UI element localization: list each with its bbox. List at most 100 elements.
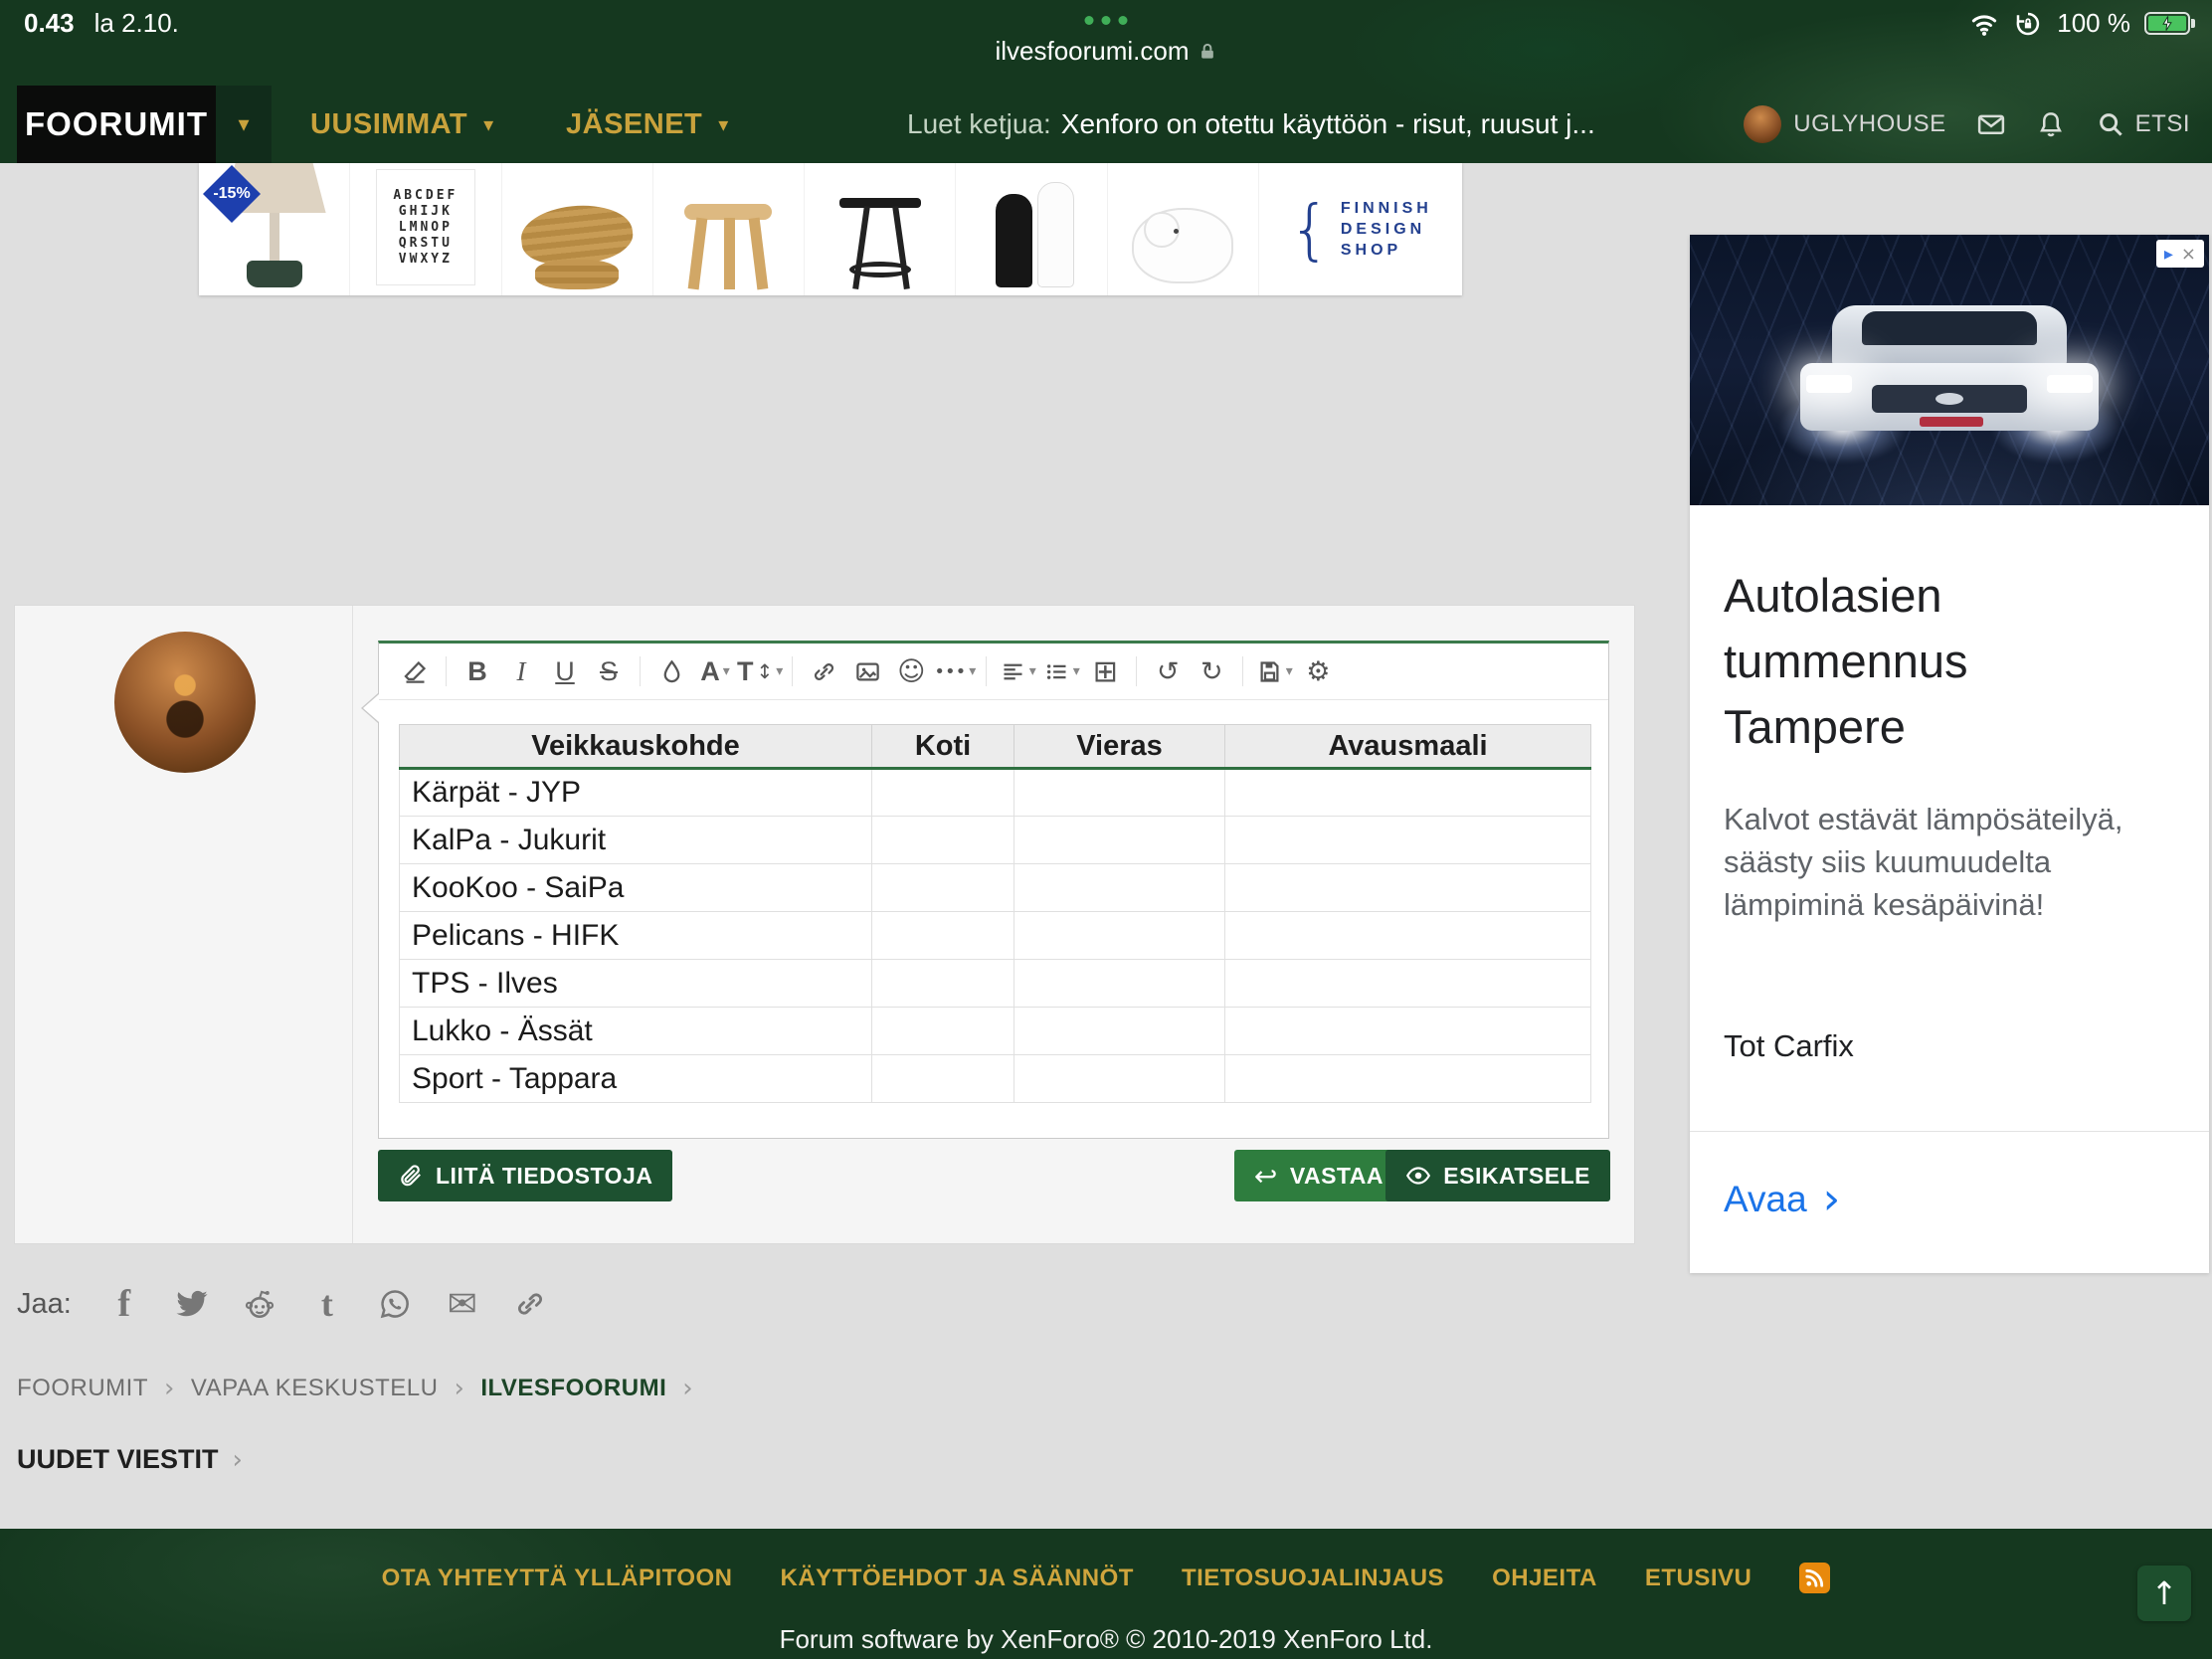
banner-ad[interactable]: -15% ABCDEF GHIJK LMNOP QRSTU VWXYZ { — [199, 163, 1462, 295]
divider — [1690, 1131, 2209, 1132]
logo-dropdown-button[interactable]: ▾ — [216, 86, 272, 163]
more-options-button[interactable]: •••▾ — [933, 650, 977, 692]
new-posts-link[interactable]: UUDET VIESTIT › — [17, 1444, 243, 1475]
remove-format-button[interactable] — [393, 650, 437, 692]
share-whatsapp-icon[interactable] — [376, 1285, 414, 1323]
match-cell[interactable]: KalPa - Jukurit — [400, 817, 872, 864]
breadcrumb-ilvesfoorumi[interactable]: ILVESFOORUMI — [480, 1375, 666, 1402]
empty-cell[interactable] — [1014, 817, 1225, 864]
empty-cell[interactable] — [872, 1055, 1014, 1103]
messages-icon[interactable] — [1976, 109, 2006, 139]
footer-link-help[interactable]: OHJEITA — [1492, 1565, 1597, 1592]
breadcrumb-vapaa-keskustelu[interactable]: VAPAA KESKUSTELU — [191, 1375, 439, 1402]
logo-foorumit[interactable]: FOORUMIT — [17, 86, 216, 163]
avatar[interactable] — [114, 632, 256, 773]
scroll-to-top-button[interactable]: ↑ — [2137, 1566, 2191, 1621]
text-color-button[interactable] — [649, 650, 693, 692]
sidebar-ad[interactable]: ▸ × Autolasien tummennus Tampere Kalvot … — [1690, 235, 2209, 1273]
col-avausmaali[interactable]: Avausmaali — [1225, 725, 1591, 769]
reply-button[interactable]: ↩ VASTAA — [1234, 1150, 1403, 1201]
empty-cell[interactable] — [1014, 864, 1225, 912]
empty-cell[interactable] — [1014, 960, 1225, 1008]
footer-link-terms[interactable]: KÄYTTÖEHDOT JA SÄÄNNÖT — [781, 1565, 1134, 1592]
match-cell[interactable]: Kärpät - JYP — [400, 769, 872, 817]
redo-button[interactable]: ↻ — [1190, 650, 1233, 692]
empty-cell[interactable] — [872, 864, 1014, 912]
match-cell[interactable]: TPS - Ilves — [400, 960, 872, 1008]
empty-cell[interactable] — [1225, 817, 1591, 864]
nav-jasenet[interactable]: JÄSENET ▾ — [566, 86, 729, 163]
insert-image-button[interactable] — [845, 650, 889, 692]
alignment-button[interactable]: ▾ — [996, 650, 1039, 692]
font-size-button[interactable]: T↕▾ — [737, 650, 783, 692]
smiley-button[interactable]: ☺ — [889, 650, 933, 692]
footer-link-privacy[interactable]: TIETOSUOJALINJAUS — [1182, 1565, 1444, 1592]
match-cell[interactable]: Lukko - Ässät — [400, 1008, 872, 1055]
shop-logo: { FINNISH DESIGN SHOP — [1259, 163, 1462, 295]
insert-link-button[interactable] — [802, 650, 845, 692]
up-arrow-icon: ↑ — [2151, 1574, 2178, 1612]
empty-cell[interactable] — [872, 1008, 1014, 1055]
rich-text-editor[interactable]: B I U S A▾ T↕▾ ☺ •••▾ ▾ ▾ ⊞ ↺ ↻ — [378, 641, 1609, 1139]
empty-cell[interactable] — [872, 769, 1014, 817]
share-facebook-icon[interactable]: f — [105, 1285, 143, 1323]
match-cell[interactable]: KooKoo - SaiPa — [400, 864, 872, 912]
empty-cell[interactable] — [1014, 769, 1225, 817]
rss-icon[interactable] — [1799, 1563, 1830, 1593]
italic-button[interactable]: I — [499, 650, 543, 692]
chevron-right-icon: › — [233, 1445, 243, 1475]
share-email-icon[interactable]: ✉ — [444, 1285, 481, 1323]
copyright: Forum software by XenForo® © 2010-2019 X… — [0, 1624, 2212, 1655]
footer-link-contact[interactable]: OTA YHTEYTTÄ YLLÄPITOON — [382, 1565, 733, 1592]
empty-cell[interactable] — [1225, 960, 1591, 1008]
preview-button[interactable]: ESIKATSELE — [1385, 1150, 1610, 1201]
empty-cell[interactable] — [1225, 912, 1591, 960]
attach-files-button[interactable]: LIITÄ TIEDOSTOJA — [378, 1150, 672, 1201]
share-tumblr-icon[interactable]: t — [308, 1285, 346, 1323]
strikethrough-button[interactable]: S — [587, 650, 631, 692]
undo-button[interactable]: ↺ — [1146, 650, 1190, 692]
underline-button[interactable]: U — [543, 650, 587, 692]
empty-cell[interactable] — [872, 960, 1014, 1008]
chevron-right-icon: › — [1823, 1174, 1841, 1224]
alerts-bell-icon[interactable] — [2036, 109, 2066, 139]
chevron-down-icon[interactable]: ▾ — [718, 112, 729, 136]
list-button[interactable]: ▾ — [1039, 650, 1083, 692]
empty-cell[interactable] — [1014, 1055, 1225, 1103]
empty-cell[interactable] — [1225, 1055, 1591, 1103]
match-cell[interactable]: Sport - Tappara — [400, 1055, 872, 1103]
font-family-button[interactable]: A▾ — [693, 650, 737, 692]
empty-cell[interactable] — [872, 817, 1014, 864]
drafts-button[interactable]: ▾ — [1252, 650, 1296, 692]
ad-open-button[interactable]: Avaa › — [1724, 1174, 1840, 1224]
share-reddit-icon[interactable] — [241, 1285, 278, 1323]
search-icon — [2096, 109, 2125, 139]
insert-table-button[interactable]: ⊞ — [1083, 650, 1127, 692]
col-veikkauskohde[interactable]: Veikkauskohde — [400, 725, 872, 769]
col-vieras[interactable]: Vieras — [1014, 725, 1225, 769]
share-twitter-icon[interactable] — [173, 1285, 211, 1323]
chevron-right-icon: › — [682, 1374, 693, 1403]
editor-settings-button[interactable]: ⚙ — [1296, 650, 1340, 692]
empty-cell[interactable] — [1014, 1008, 1225, 1055]
address-bar[interactable]: ilvesfoorumi.com — [0, 36, 2212, 67]
reading-thread-link[interactable]: Luet ketjua: Xenforo on otettu käyttöön … — [907, 86, 1595, 163]
breadcrumb-foorumit[interactable]: FOORUMIT — [17, 1375, 148, 1402]
account-menu[interactable]: UGLYHOUSE — [1744, 105, 1945, 143]
bold-button[interactable]: B — [456, 650, 499, 692]
adchoices-button[interactable]: ▸ × — [2156, 240, 2204, 268]
empty-cell[interactable] — [1014, 912, 1225, 960]
empty-cell[interactable] — [1225, 769, 1591, 817]
chevron-down-icon[interactable]: ▾ — [483, 112, 494, 136]
nav-uusimmat[interactable]: UUSIMMAT ▾ — [310, 86, 494, 163]
share-link-icon[interactable] — [511, 1285, 549, 1323]
match-cell[interactable]: Pelicans - HIFK — [400, 912, 872, 960]
footer-link-home[interactable]: ETUSIVU — [1645, 1565, 1752, 1592]
empty-cell[interactable] — [872, 912, 1014, 960]
empty-cell[interactable] — [1225, 1008, 1591, 1055]
empty-cell[interactable] — [1225, 864, 1591, 912]
search-button[interactable]: ETSI — [2096, 109, 2190, 139]
col-koti[interactable]: Koti — [872, 725, 1014, 769]
close-icon[interactable]: × — [2181, 244, 2196, 265]
table-header-row: Veikkauskohde Koti Vieras Avausmaali — [400, 725, 1591, 769]
